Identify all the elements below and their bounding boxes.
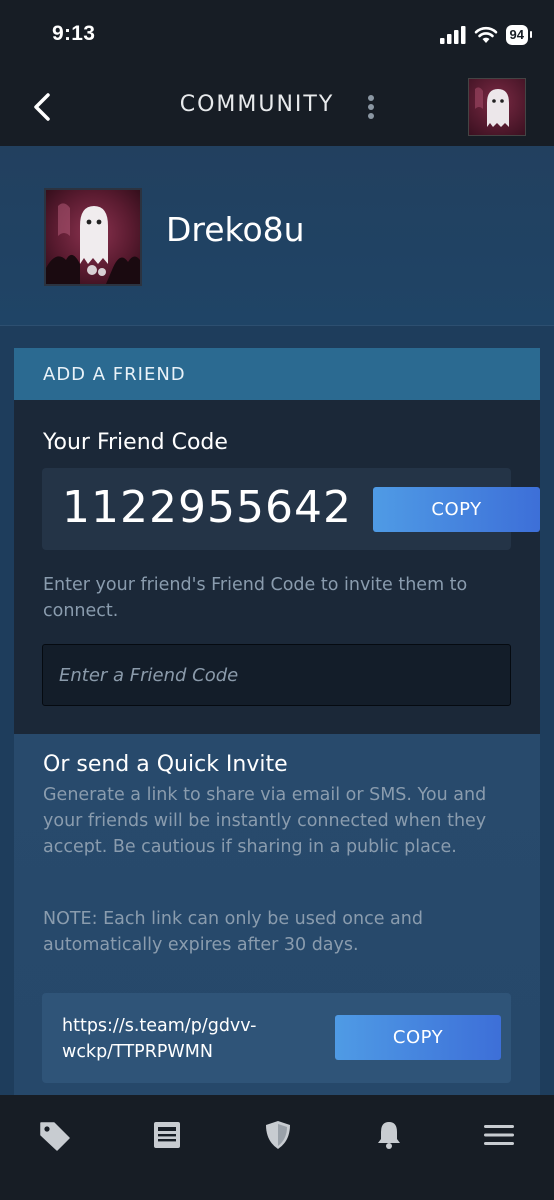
friend-code-input[interactable] (42, 644, 511, 706)
bell-icon (378, 1122, 400, 1149)
shield-icon (266, 1121, 290, 1149)
copy-friend-code-button[interactable]: COPY (373, 487, 540, 532)
profile-avatar[interactable] (44, 188, 142, 286)
quick-invite-description: Generate a link to share via email or SM… (43, 785, 487, 857)
tab-notifications[interactable] (372, 1119, 406, 1151)
quick-invite-heading: Or send a Quick Invite (43, 752, 288, 777)
tab-news[interactable] (150, 1119, 184, 1151)
hamburger-menu-icon (484, 1125, 514, 1145)
status-bar: 9:13 94 (0, 0, 554, 68)
tab-menu[interactable] (482, 1119, 516, 1151)
add-friend-card: ADD A FRIEND Your Friend Code 1122955642… (14, 348, 540, 1100)
bottom-tab-bar (0, 1095, 554, 1200)
ghost-avatar-icon (475, 87, 509, 127)
ghost-avatar-icon (46, 203, 140, 284)
tag-icon (40, 1122, 70, 1151)
status-time: 9:13 (52, 22, 96, 45)
copy-invite-link-button[interactable]: COPY (335, 1015, 501, 1060)
battery-icon: 94 (505, 25, 533, 45)
friend-code-heading: Your Friend Code (43, 430, 228, 455)
tab-store[interactable] (38, 1119, 72, 1151)
quick-invite-section: Or send a Quick Invite Generate a link t… (14, 734, 540, 1100)
quick-invite-note: NOTE: Each link can only be used once an… (43, 909, 423, 955)
kebab-menu-icon (368, 95, 374, 119)
tab-guard[interactable] (261, 1119, 295, 1151)
news-icon (154, 1122, 180, 1148)
status-icons: 94 (439, 24, 533, 46)
friend-code-section: Your Friend Code 1122955642 COPY Enter y… (14, 400, 540, 734)
friend-code-instructions: Enter your friend's Friend Code to invit… (43, 575, 468, 621)
invite-link-text[interactable]: https://s.team/p/gdvv-wckp/TTPRPWMN (62, 1013, 312, 1065)
more-options-button[interactable] (361, 94, 381, 122)
card-header: ADD A FRIEND (14, 348, 540, 400)
friend-code-value: 1122955642 (62, 482, 352, 533)
card-header-title: ADD A FRIEND (43, 364, 186, 385)
invite-link-box: https://s.team/p/gdvv-wckp/TTPRPWMN COPY (42, 993, 511, 1083)
nav-bar: COMMUNITY (0, 68, 554, 146)
nav-avatar[interactable] (468, 78, 526, 136)
profile-username: Dreko8u (166, 210, 305, 249)
wifi-icon (474, 26, 497, 43)
signal-icon (439, 26, 466, 44)
page-title: COMMUNITY (179, 92, 335, 117)
profile-header: Dreko8u (0, 146, 554, 326)
